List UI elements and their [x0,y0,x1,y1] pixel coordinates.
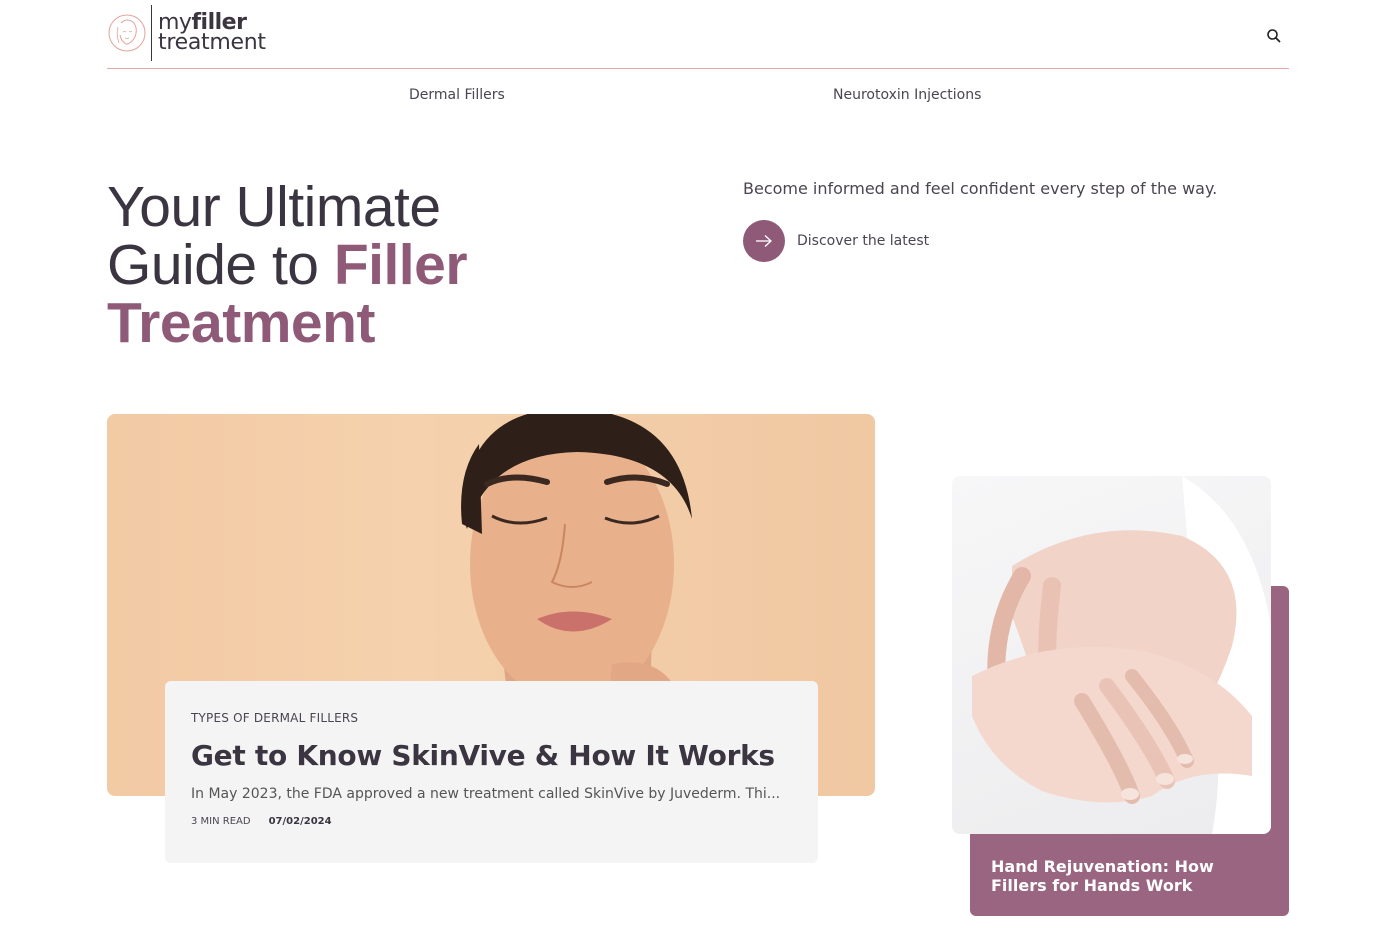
arrow-right-icon [743,220,785,262]
article-meta: 3 MIN READ 07/02/2024 [191,816,792,827]
nav-item-neurotoxin-injections[interactable]: Neurotoxin Injections [833,87,981,103]
hands-illustration [972,476,1271,834]
article-date: 07/02/2024 [268,816,332,827]
article-excerpt: In May 2023, the FDA approved a new trea… [191,786,781,802]
logo-word-treatment: treatment [158,30,266,55]
feature-article-card[interactable]: TYPES OF DERMAL FILLERS Get to Know Skin… [165,681,818,863]
article-title[interactable]: Get to Know SkinVive & How It Works [191,739,792,772]
search-icon[interactable] [1265,27,1283,45]
logo-divider [151,5,152,61]
article-category[interactable]: TYPES OF DERMAL FILLERS [191,711,792,725]
hero-subtitle: Become informed and feel confident every… [743,179,1218,198]
main-nav: Dermal Fillers Neurotoxin Injections [0,87,1391,109]
face-logo-icon [108,14,146,52]
site-header: myfiller treatment [107,0,1289,69]
side-article-title[interactable]: Hand Rejuvenation: How Fillers for Hands… [991,857,1271,895]
discover-latest-label: Discover the latest [797,233,930,249]
nav-item-dermal-fillers[interactable]: Dermal Fillers [409,87,505,103]
hero-title-line1: Your Ultimate [107,175,441,239]
site-logo[interactable]: myfiller treatment [107,4,266,62]
discover-latest-button[interactable]: Discover the latest [743,220,929,262]
hero-title-accent-treatment: Treatment [107,291,375,355]
side-article-image[interactable] [952,476,1271,834]
article-read-time: 3 MIN READ [191,816,251,827]
hero-title-line2: Guide to [107,233,334,297]
hero-title: Your Ultimate Guide to Filler Treatment [107,178,667,352]
logo-wordmark: myfiller treatment [158,12,266,55]
hero-title-accent-filler: Filler [333,233,468,297]
